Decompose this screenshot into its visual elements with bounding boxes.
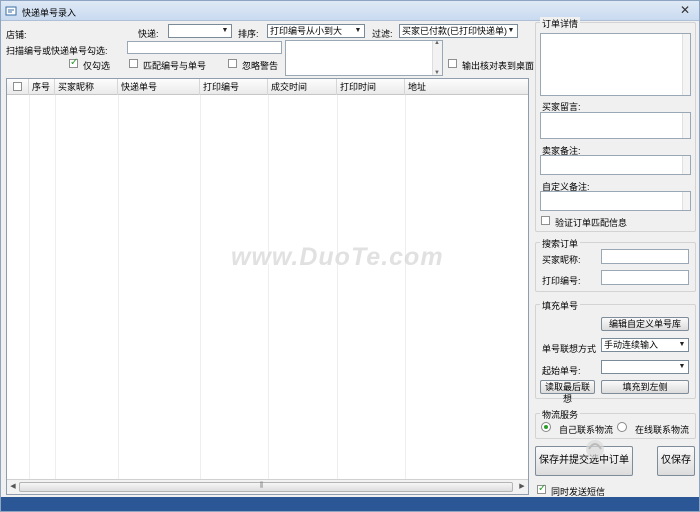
column-header[interactable]: 快递单号 <box>118 79 200 95</box>
grid-line <box>268 95 269 479</box>
ignore-warning-label: 忽略警告 <box>242 61 279 71</box>
scroll-left-icon[interactable]: ◀ <box>8 482 18 492</box>
self-contact-radio[interactable] <box>541 422 551 432</box>
print-no-input[interactable] <box>601 270 689 285</box>
verify-match-label: 验证订单匹配信息 <box>555 218 628 228</box>
grip-icon: ⫼ <box>260 482 264 489</box>
search-order-title: 搜索订单 <box>540 237 581 250</box>
logo-2345-icon <box>586 440 604 458</box>
buyer-nick-label: 买家昵称: <box>542 255 581 265</box>
app-icon <box>5 6 17 16</box>
scan-textarea[interactable]: ▲ ▼ <box>285 40 443 76</box>
assoc-mode-value: 手动连续输入 <box>604 340 659 350</box>
table-header: 序号 买家昵称 快递单号 打印编号 成交时间 打印时间 地址 <box>7 79 528 95</box>
chevron-down-icon: ▼ <box>507 27 515 34</box>
match-code-label: 匹配编号与单号 <box>143 61 207 71</box>
assoc-mode-label: 单号联想方式 <box>542 344 597 354</box>
orders-table[interactable]: 序号 买家昵称 快递单号 打印编号 成交时间 打印时间 地址 ◀ ⫼ ▶ <box>6 78 529 495</box>
express-select[interactable]: ▼ <box>168 24 232 38</box>
logistics-title: 物流服务 <box>540 408 581 421</box>
seller-note-box[interactable] <box>540 155 691 175</box>
title-bar: 快递单号录入 ✕ <box>1 1 699 21</box>
only-checked-label: 仅勾选 <box>83 61 111 71</box>
send-sms-checkbox[interactable] <box>537 483 546 494</box>
window-title: 快递单号录入 <box>22 8 77 18</box>
sort-select[interactable]: 打印编号从小到大 ▼ <box>267 24 365 38</box>
only-checked-checkbox[interactable] <box>69 57 78 68</box>
vertical-scrollbar[interactable] <box>682 34 690 95</box>
custom-note-box[interactable] <box>540 191 691 211</box>
grid-line <box>118 95 119 479</box>
order-details-title: 订单详情 <box>540 17 581 30</box>
chevron-down-icon: ▼ <box>354 27 362 34</box>
column-header[interactable]: 打印编号 <box>200 79 268 95</box>
shop-label: 店铺: <box>6 30 27 40</box>
buyer-message-box[interactable] <box>540 112 691 139</box>
vertical-scrollbar[interactable]: ▲ ▼ <box>432 40 442 76</box>
scan-label: 扫描编号或快递单号勾选: <box>6 46 108 56</box>
edit-custom-number-button[interactable]: 编辑自定义单号库 <box>601 317 689 331</box>
close-icon[interactable]: ✕ <box>677 3 693 17</box>
grid-line <box>29 95 30 479</box>
chevron-down-icon: ▼ <box>678 341 686 348</box>
buyer-nick-input[interactable] <box>601 249 689 264</box>
chevron-down-icon: ▼ <box>221 27 229 34</box>
scan-input[interactable] <box>127 41 282 54</box>
read-last-button[interactable]: 读取最后联想 <box>540 380 595 404</box>
vertical-scrollbar[interactable] <box>682 156 690 174</box>
order-details-box[interactable] <box>540 33 691 96</box>
grid-line <box>405 95 406 479</box>
fill-number-title: 填充单号 <box>540 299 581 312</box>
sort-label: 排序: <box>238 29 259 39</box>
grid-line <box>200 95 201 479</box>
select-all-cell[interactable] <box>7 79 29 95</box>
column-header[interactable]: 成交时间 <box>268 79 337 95</box>
grid-line <box>337 95 338 479</box>
vertical-scrollbar[interactable] <box>682 113 690 138</box>
print-no-label: 打印编号: <box>542 276 581 286</box>
column-header[interactable]: 地址 <box>405 79 528 95</box>
filter-select-value: 买家已付款(已打印快递单) <box>402 26 507 36</box>
online-contact-radio[interactable] <box>617 422 627 432</box>
start-number-select[interactable]: ▼ <box>601 360 689 374</box>
assoc-mode-select[interactable]: 手动连续输入 ▼ <box>601 338 689 352</box>
column-header[interactable]: 买家昵称 <box>55 79 118 95</box>
scroll-thumb[interactable]: ⫼ <box>19 482 513 492</box>
select-all-checkbox[interactable] <box>13 82 22 91</box>
grid-line <box>55 95 56 479</box>
verify-match-checkbox[interactable] <box>541 216 550 225</box>
main-window: 快递单号录入 ✕ 店铺: 快递: ▼ 排序: 打印编号从小到大 ▼ 过滤: 买家… <box>0 0 700 512</box>
scroll-right-icon[interactable]: ▶ <box>517 482 527 492</box>
fill-left-button[interactable]: 填充到左侧 <box>601 380 689 394</box>
horizontal-scrollbar[interactable]: ◀ ⫼ ▶ <box>7 479 528 494</box>
match-code-checkbox[interactable] <box>129 59 138 68</box>
express-label: 快递: <box>138 29 159 39</box>
chevron-down-icon: ▼ <box>678 363 686 370</box>
status-bar <box>1 497 699 511</box>
filter-select[interactable]: 买家已付款(已打印快递单) ▼ <box>399 24 518 38</box>
watermark: www.DuoTe.com <box>231 243 444 271</box>
column-header[interactable]: 序号 <box>29 79 55 95</box>
sort-select-value: 打印编号从小到大 <box>270 26 343 36</box>
ignore-warning-checkbox[interactable] <box>228 59 237 68</box>
scroll-up-icon[interactable]: ▲ <box>434 40 440 46</box>
start-number-label: 起始单号: <box>542 366 581 376</box>
filter-label: 过滤: <box>372 29 393 39</box>
column-header[interactable]: 打印时间 <box>337 79 405 95</box>
output-desktop-checkbox[interactable] <box>448 59 457 68</box>
output-desktop-label: 输出核对表到桌面 <box>462 61 535 71</box>
vertical-scrollbar[interactable] <box>682 192 690 210</box>
scroll-down-icon[interactable]: ▼ <box>434 70 440 76</box>
